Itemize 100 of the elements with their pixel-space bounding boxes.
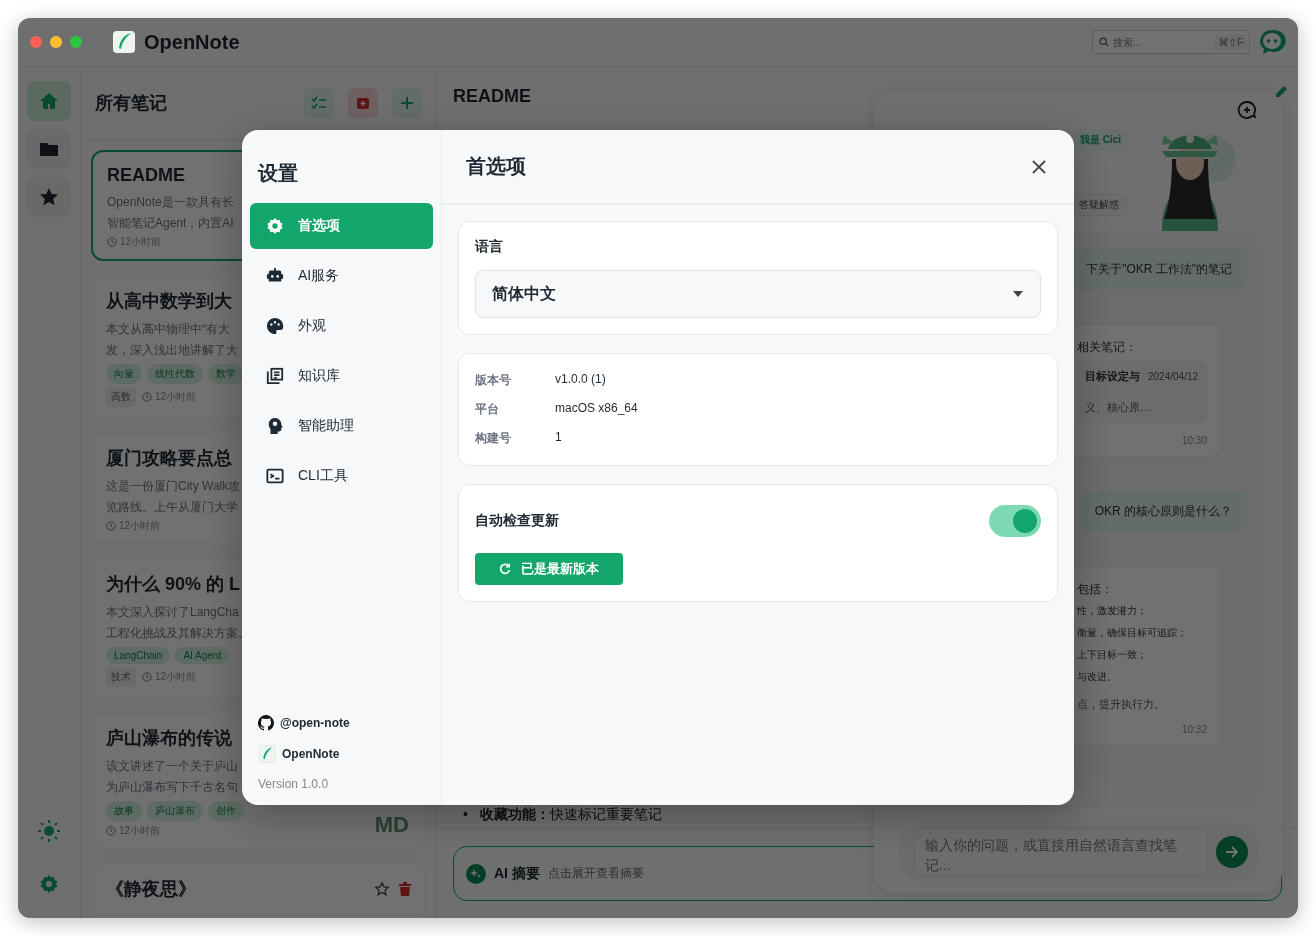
info-label: 平台 [475, 401, 500, 418]
settings-button[interactable] [39, 874, 59, 894]
info-value: v1.0.0 (1) [555, 372, 607, 388]
tag[interactable]: 线性代数 [147, 364, 203, 384]
greeting-badge: 我是 Cici [1072, 129, 1130, 151]
note-summary: 工程化挑战及其解决方案。 [106, 625, 250, 642]
add-button[interactable] [392, 88, 422, 118]
close-icon [1032, 159, 1046, 174]
select-button[interactable] [304, 88, 334, 118]
ai-summary-label: AI 摘要 [494, 864, 540, 883]
theme-button[interactable] [38, 820, 60, 842]
palette-icon [266, 317, 284, 335]
pencil-icon[interactable] [1274, 85, 1288, 99]
trash-box-icon [356, 96, 370, 110]
format-label: MD [374, 812, 409, 838]
settings-nav-item[interactable]: 外观 [250, 303, 433, 349]
sun-icon [38, 820, 60, 842]
bullet-marker: • [463, 806, 468, 824]
clock-icon [142, 392, 152, 402]
app-name: OpenNote [282, 747, 340, 761]
tag[interactable]: LangChain [106, 647, 171, 664]
feather-logo-icon [112, 30, 136, 54]
note-title: 《静夜思》 [106, 878, 196, 901]
clock-icon [106, 521, 116, 531]
gear-icon [39, 874, 59, 894]
shortcut-hint: ⌘⇧F [1214, 34, 1247, 50]
star-icon[interactable] [375, 882, 389, 896]
note-reference[interactable]: 目标设定与 2024/04/12 义、核心原… [1077, 361, 1207, 423]
settings-nav-item[interactable]: CLI工具 [250, 453, 433, 499]
tag[interactable]: 故事 [106, 801, 142, 821]
trash-icon[interactable] [399, 882, 411, 896]
note-summary: 本文深入探讨了LangCha [106, 604, 239, 621]
terminal-icon [266, 467, 284, 485]
clock-icon [106, 826, 116, 836]
tag[interactable]: AI Agent [175, 647, 230, 664]
checklist-icon [311, 96, 327, 110]
plus-icon [400, 96, 414, 110]
star-icon [39, 187, 59, 207]
settings-nav-item[interactable]: AI服务 [250, 253, 433, 299]
nav-button[interactable] [27, 81, 71, 121]
clock-icon [142, 672, 152, 682]
note-reference-excerpt: 义、核心原… [1085, 400, 1152, 415]
tag[interactable]: 向量 [106, 364, 142, 384]
new-chat-icon[interactable] [1236, 99, 1258, 121]
caret-icon [1012, 290, 1024, 298]
info-label: 版本号 [475, 372, 512, 389]
note-title: 庐山瀑布的传说 [106, 727, 232, 750]
chat-icon[interactable] [1258, 28, 1286, 56]
message-text: 相关笔记： [1077, 339, 1138, 355]
setting-label: 自动检查更新 [475, 512, 559, 530]
message-text: 衡量，确保目标可追踪； [1077, 626, 1188, 640]
setting-label: 语言 [475, 238, 504, 256]
note-card[interactable]: 《静夜思》 [91, 863, 426, 916]
note-title: 为什么 90% 的 L [106, 573, 241, 596]
note-summary: 本文从高中物理中“有大 [106, 321, 230, 338]
note-title: 从高中数学到大 [106, 290, 232, 313]
update-button[interactable]: 已是最新版本 [475, 553, 623, 585]
app-name: OpenNote [144, 30, 240, 54]
note-title: 厦门攻略要点总 [106, 447, 232, 470]
note-reference-title: 目标设定与 [1085, 369, 1140, 384]
settings-nav-item[interactable]: 知识库 [250, 353, 433, 399]
message-text: 与改进。 [1077, 670, 1118, 684]
list-title: 所有笔记 [95, 92, 168, 115]
refresh-icon [499, 563, 511, 575]
home-icon [39, 91, 59, 111]
send-button[interactable] [1216, 836, 1248, 868]
feather-logo-icon [258, 745, 276, 763]
tag[interactable]: 创作 [208, 801, 244, 821]
arrow-right-icon [1225, 845, 1239, 859]
minimize-button[interactable] [50, 36, 62, 48]
info-value: macOS x86_64 [555, 401, 639, 417]
settings-nav-item[interactable]: 首选项 [250, 203, 433, 249]
dialog-title: 设置 [258, 161, 299, 186]
note-heading: README [453, 85, 531, 107]
bullet-text: 收藏功能：快速标记重要笔记 [479, 806, 662, 824]
delete-button[interactable] [348, 88, 378, 118]
version-text: Version 1.0.0 [258, 777, 330, 791]
github-icon [258, 715, 274, 731]
settings-nav-item[interactable]: 智能助理 [250, 403, 433, 449]
note-reference-date: 2024/04/12 [1148, 371, 1199, 382]
clock-icon [107, 237, 117, 247]
note-title: README [107, 165, 185, 186]
page-title: 首选项 [466, 154, 527, 179]
message-text: 点，提升执行力。 [1077, 697, 1166, 712]
maximize-button[interactable] [70, 36, 82, 48]
message-text: 包括： [1077, 581, 1114, 597]
nav-button[interactable] [27, 129, 71, 169]
user-message: 下关于"OKR 工作法"的笔记 [1072, 249, 1246, 290]
search-icon [1099, 37, 1109, 47]
library-icon [266, 367, 284, 385]
info-value: 1 [555, 430, 563, 446]
language-select[interactable]: 简体中文 [475, 270, 1041, 318]
tag[interactable]: 数学 [208, 364, 244, 384]
toggle-switch[interactable] [989, 505, 1041, 537]
category-tag: 高数 [106, 387, 136, 407]
gear-icon [266, 217, 284, 235]
user-message: OKR 的核心原则是什么？ [1080, 491, 1246, 532]
nav-button[interactable] [27, 177, 71, 217]
head-icon [266, 417, 284, 435]
tag[interactable]: 庐山瀑布 [147, 801, 203, 821]
